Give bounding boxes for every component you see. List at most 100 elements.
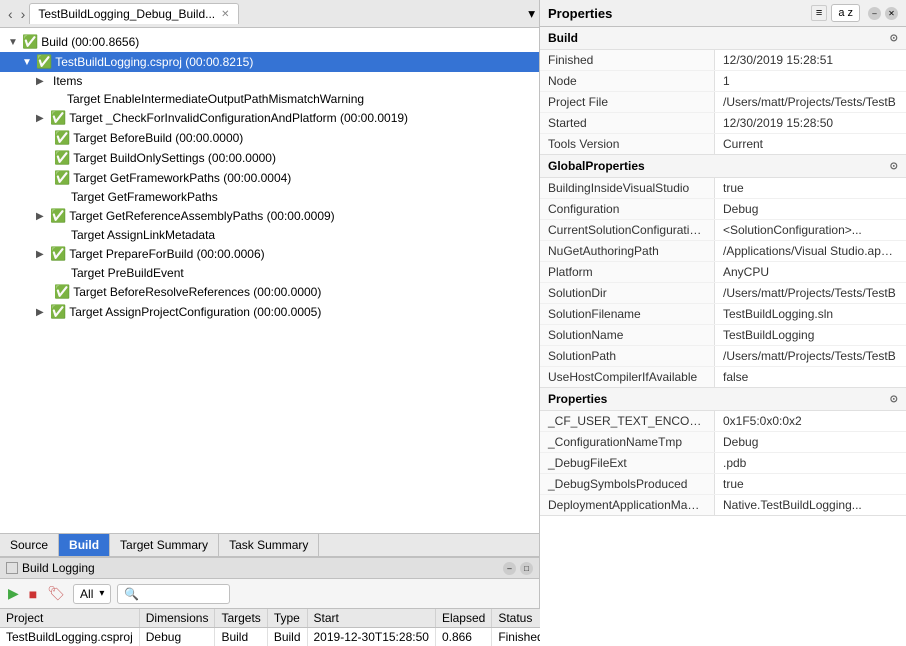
stop-button[interactable]: ■ (27, 584, 39, 604)
expand-button[interactable]: □ (520, 562, 533, 575)
tree-item-label: Target PreBuildEvent (71, 266, 184, 280)
section-build: Build ⊙ Finished 12/30/2019 15:28:51 Nod… (540, 27, 906, 155)
tree-item-prepare-for-build[interactable]: ▶ ✅ Target PrepareForBuild (00:00.0006) (0, 244, 539, 264)
section-build-label: Build (548, 31, 578, 45)
cell-elapsed: 0.866 (435, 628, 491, 646)
tree-item-check-invalid[interactable]: ▶ ✅ Target _CheckForInvalidConfiguration… (0, 108, 539, 128)
col-elapsed: Elapsed (435, 609, 491, 628)
table-row[interactable]: TestBuildLogging.csproj Debug Build Buil… (0, 628, 550, 646)
section-properties-header[interactable]: Properties ⊙ (540, 388, 906, 411)
tree-item-get-framework-paths[interactable]: ✅ Target GetFrameworkPaths (00:00.0004) (0, 168, 539, 188)
play-button[interactable]: ▶ (6, 583, 21, 604)
prop-platform: Platform AnyCPU (540, 262, 906, 283)
tab-next-button[interactable]: › (17, 6, 30, 22)
status-icon: ✅ (50, 208, 66, 224)
status-icon: ✅ (22, 34, 38, 50)
tree-item-pre-build-event[interactable]: Target PreBuildEvent (0, 264, 539, 282)
prop-value: 12/30/2019 15:28:51 (715, 50, 906, 70)
tree-item-items[interactable]: ▶ Items (0, 72, 539, 90)
prop-value: Current (715, 134, 906, 154)
prop-value: <SolutionConfiguration>... (715, 220, 906, 240)
tree-item-before-build[interactable]: ✅ Target BeforeBuild (00:00.0000) (0, 128, 539, 148)
section-properties-chevron: ⊙ (890, 394, 898, 405)
props-close-button[interactable]: ✕ (885, 7, 898, 20)
expand-arrow: ▼ (8, 37, 22, 48)
tree-item-label: Target GetFrameworkPaths (71, 190, 218, 204)
prop-key: UseHostCompilerIfAvailable (540, 367, 715, 387)
tab-task-summary[interactable]: Task Summary (219, 534, 319, 556)
filter-dropdown[interactable]: All ▾ (73, 584, 111, 604)
tree-item-build[interactable]: ▼ ✅ Build (00:00.8656) (0, 32, 539, 52)
status-icon: ✅ (54, 150, 70, 166)
tree-item-label: Target GetReferenceAssemblyPaths (00:00.… (69, 209, 334, 223)
props-toolbar: ≡ a z (811, 4, 860, 22)
col-project: Project (0, 609, 139, 628)
prop-value: TestBuildLogging (715, 325, 906, 345)
prop-key: _DebugFileExt (540, 453, 715, 473)
tree-item-csproj[interactable]: ▼ ✅ TestBuildLogging.csproj (00:00.8215) (0, 52, 539, 72)
minimize-button[interactable]: – (503, 562, 516, 575)
properties-header: Properties ≡ a z – ✕ (540, 0, 906, 27)
prop-value: 0x1F5:0x0:0x2 (715, 411, 906, 431)
prop-value: Debug (715, 199, 906, 219)
prop-started: Started 12/30/2019 15:28:50 (540, 113, 906, 134)
prop-value: /Applications/Visual Studio.app/C (715, 241, 906, 261)
prop-value: 12/30/2019 15:28:50 (715, 113, 906, 133)
build-logging-panel: Build Logging – □ ▶ ■ 🏷 All ▾ 🔍 (0, 557, 539, 646)
prop-key: BuildingInsideVisualStudio (540, 178, 715, 198)
sort-icon[interactable]: ≡ (811, 5, 827, 21)
tab-target-summary[interactable]: Target Summary (110, 534, 219, 556)
tree-item-label: TestBuildLogging.csproj (00:00.8215) (55, 55, 253, 69)
prop-building-inside-vs: BuildingInsideVisualStudio true (540, 178, 906, 199)
prop-project-file: Project File /Users/matt/Projects/Tests/… (540, 92, 906, 113)
status-icon: ✅ (50, 246, 66, 262)
section-global-props-header[interactable]: GlobalProperties ⊙ (540, 155, 906, 178)
section-properties: Properties ⊙ _CF_USER_TEXT_ENCODING 0x1F… (540, 388, 906, 516)
cell-start: 2019-12-30T15:28:50 (307, 628, 435, 646)
tree-item-assign-link[interactable]: Target AssignLinkMetadata (0, 226, 539, 244)
prop-cf-user-text: _CF_USER_TEXT_ENCODING 0x1F5:0x0:0x2 (540, 411, 906, 432)
col-targets: Targets (215, 609, 267, 628)
filter-label: All (80, 587, 93, 601)
expand-arrow: ▶ (36, 249, 50, 260)
col-dimensions: Dimensions (139, 609, 215, 628)
tab-build[interactable]: Build (59, 534, 110, 556)
prop-value: 1 (715, 71, 906, 91)
tab-close-icon[interactable]: ✕ (221, 9, 229, 20)
tab-prev-button[interactable]: ‹ (4, 6, 17, 22)
tree-item-build-only-settings[interactable]: ✅ Target BuildOnlySettings (00:00.0000) (0, 148, 539, 168)
search-input[interactable] (143, 587, 223, 601)
tree-item-get-ref-assembly[interactable]: ▶ ✅ Target GetReferenceAssemblyPaths (00… (0, 206, 539, 226)
prop-debug-file-ext: _DebugFileExt .pdb (540, 453, 906, 474)
tree-item-before-resolve[interactable]: ✅ Target BeforeResolveReferences (00:00.… (0, 282, 539, 302)
tab-source[interactable]: Source (0, 534, 59, 556)
tree-item-label: Target BeforeBuild (00:00.0000) (73, 131, 243, 145)
prop-key: _CF_USER_TEXT_ENCODING (540, 411, 715, 431)
cell-project: TestBuildLogging.csproj (0, 628, 139, 646)
tree-item-label: Build (00:00.8656) (41, 35, 139, 49)
prop-key: CurrentSolutionConfigurationC (540, 220, 715, 240)
tab-dropdown-button[interactable]: ▾ (528, 6, 535, 22)
prop-key: SolutionPath (540, 346, 715, 366)
prop-value: TestBuildLogging.sln (715, 304, 906, 324)
tree-item-enable-intermediate[interactable]: Target EnableIntermediateOutputPathMisma… (0, 90, 539, 108)
section-build-header[interactable]: Build ⊙ (540, 27, 906, 50)
tab-bar: ‹ › TestBuildLogging_Debug_Build... ✕ ▾ (0, 0, 539, 28)
prop-key: NuGetAuthoringPath (540, 241, 715, 261)
tree-item-assign-project-config[interactable]: ▶ ✅ Target AssignProjectConfiguration (0… (0, 302, 539, 322)
prop-use-host-compiler: UseHostCompilerIfAvailable false (540, 367, 906, 387)
tree-item-label: Items (53, 74, 82, 88)
tab-testbuildlogging[interactable]: TestBuildLogging_Debug_Build... ✕ (29, 3, 238, 24)
bottom-tabs: Source Build Target Summary Task Summary (0, 533, 539, 557)
tree-item-label: Target AssignProjectConfiguration (00:00… (69, 305, 321, 319)
tree-item-label: Target PrepareForBuild (00:00.0006) (69, 247, 264, 261)
sort-az-button[interactable]: a z (831, 4, 860, 22)
prop-key: Node (540, 71, 715, 91)
prop-value: /Users/matt/Projects/Tests/TestB (715, 92, 906, 112)
build-logging-title: Build Logging (6, 561, 95, 575)
tree-item-label: Target AssignLinkMetadata (71, 228, 215, 242)
clear-button[interactable]: 🏷 (45, 583, 67, 604)
props-minimize-button[interactable]: – (868, 7, 881, 20)
expand-arrow: ▼ (22, 57, 36, 68)
tree-item-get-framework-paths-sub[interactable]: Target GetFrameworkPaths (0, 188, 539, 206)
